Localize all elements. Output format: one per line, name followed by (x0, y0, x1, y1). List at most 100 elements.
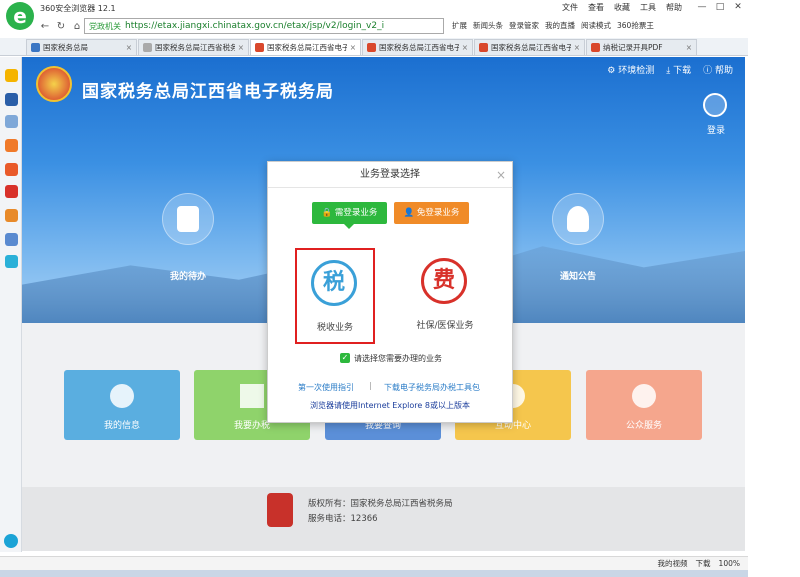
window-controls: — □ ✕ (694, 1, 746, 13)
menu-favorites[interactable]: 收藏 (614, 2, 630, 13)
document-icon (177, 206, 199, 232)
need-login-button[interactable]: 🔒 需登录业务 (312, 202, 387, 224)
close-icon[interactable]: × (496, 168, 506, 182)
top-links: ⚙ 环境检测 ⤓ 下载 ⓘ 帮助 (607, 63, 733, 76)
tax-emblem-icon (36, 66, 72, 102)
todo-circle[interactable] (162, 193, 214, 245)
page-content: 国家税务总局江西省电子税务局 ⚙ 环境检测 ⤓ 下载 ⓘ 帮助 登录 我的待办 … (22, 57, 745, 551)
extension-item[interactable]: 扩展 (452, 20, 467, 31)
extension-item[interactable]: 阅读模式 (581, 20, 611, 31)
tab-item[interactable]: 纳税记录开具PDF × (586, 39, 697, 55)
fee-icon: 费 (421, 258, 467, 304)
tab-close-icon[interactable]: × (126, 43, 132, 52)
gov-badge: 党政机关 (89, 21, 121, 31)
tab-favicon-icon (31, 43, 40, 52)
help-link[interactable]: ⓘ 帮助 (703, 63, 733, 76)
my-video-button[interactable]: 我的视频 (658, 558, 688, 569)
download-status-button[interactable]: 下载 (696, 558, 711, 569)
back-icon[interactable]: ← (38, 19, 52, 33)
home-icon[interactable]: ⌂ (70, 19, 84, 33)
sidebar-app-icon[interactable] (5, 255, 18, 268)
first-use-guide-link[interactable]: 第一次使用指引 (298, 382, 354, 393)
footer-copyright: 版权所有：国家税务总局江西省税务局 (308, 499, 453, 509)
social-business-option[interactable]: 费 社保/医保业务 (395, 250, 495, 344)
todo-label: 我的待办 (170, 272, 207, 282)
os-taskbar (0, 570, 748, 577)
tab-favicon-icon (367, 43, 376, 52)
menu-help[interactable]: 帮助 (666, 2, 682, 13)
favorites-icon[interactable] (5, 69, 18, 82)
browser-logo: e (6, 2, 34, 30)
tab-favicon-icon (255, 43, 264, 52)
card-public-service[interactable]: 公众服务 (586, 370, 702, 440)
menu-tools[interactable]: 工具 (640, 2, 656, 13)
refresh-icon[interactable]: ↻ (54, 19, 68, 33)
tab-item-active[interactable]: 国家税务总局江西省电子 × (250, 39, 361, 55)
status-bar: 我的视频 下载 100% (0, 556, 748, 570)
browser-title: 360安全浏览器 12.1 (40, 4, 116, 13)
notice-label: 通知公告 (560, 272, 597, 282)
tab-close-icon[interactable]: × (686, 43, 692, 52)
close-window-button[interactable]: ✕ (730, 1, 746, 13)
maximize-button[interactable]: □ (712, 1, 728, 13)
tab-close-icon[interactable]: × (574, 43, 580, 52)
footer-text: 版权所有：国家税务总局江西省税务局 服务电话：12366 (308, 497, 453, 527)
tab-close-icon[interactable]: × (462, 43, 468, 52)
monitor-icon (240, 384, 264, 408)
link-separator: | (369, 381, 372, 390)
business-checkbox[interactable]: ✓ (340, 353, 350, 363)
sidebar-app-icon[interactable] (5, 163, 18, 176)
tab-item[interactable]: 国家税务总局江西省电子 × (362, 39, 473, 55)
extension-item[interactable]: 我的直播 (545, 20, 575, 31)
address-bar[interactable]: 党政机关 https://etax.jiangxi.chinatax.gov.c… (84, 18, 444, 34)
extension-bar: 扩展 新闻头条 登录管家 我的直播 阅读模式 360抢票王 (452, 20, 654, 31)
browser-menu: 文件 查看 收藏 工具 帮助 (562, 2, 682, 13)
bell-icon (567, 206, 589, 232)
ie-version-link[interactable]: 浏览器请使用Internet Explore 8或以上版本 (310, 400, 470, 411)
tax-icon: 税 (311, 260, 357, 306)
tab-favicon-icon (143, 43, 152, 52)
site-footer: 版权所有：国家税务总局江西省税务局 服务电话：12366 (22, 487, 745, 551)
checkbox-label: 请选择您需要办理的业务 (354, 354, 442, 363)
tab-bar: 国家税务总局 × 国家税务总局江西省税务 × 国家税务总局江西省电子 × 国家税务总局… (0, 38, 748, 56)
social-business-label: 社保/医保业务 (416, 321, 474, 331)
footer-phone: 服务电话：12366 (308, 514, 378, 524)
notice-circle[interactable] (552, 193, 604, 245)
tab-favicon-icon (591, 43, 600, 52)
download-toolkit-link[interactable]: 下载电子税务局办税工具包 (384, 382, 480, 393)
tab-item[interactable]: 国家税务总局 × (26, 39, 137, 55)
login-link[interactable]: 登录 (707, 123, 725, 136)
extension-item[interactable]: 新闻头条 (473, 20, 503, 31)
person-icon (110, 384, 134, 408)
sidebar-app-icon[interactable] (5, 233, 18, 246)
user-icon[interactable] (703, 93, 727, 117)
extension-item[interactable]: 360抢票王 (617, 20, 654, 31)
sidebar-app-icon[interactable] (5, 185, 18, 198)
tab-close-icon[interactable]: × (350, 43, 356, 52)
zoom-level[interactable]: 100% (719, 559, 740, 568)
sidebar-app-icon[interactable] (5, 93, 18, 106)
sidebar-app-icon[interactable] (5, 139, 18, 152)
minimize-button[interactable]: — (694, 1, 710, 13)
tab-item[interactable]: 国家税务总局江西省电子 × (474, 39, 585, 55)
menu-file[interactable]: 文件 (562, 2, 578, 13)
tab-favicon-icon (479, 43, 488, 52)
sidebar-app-icon[interactable] (5, 115, 18, 128)
sidebar-app-icon[interactable] (5, 209, 18, 222)
tab-close-icon[interactable]: × (238, 43, 244, 52)
sidebar-bottom-icon[interactable] (4, 534, 18, 548)
tax-business-option[interactable]: 税 税收业务 (295, 248, 375, 344)
login-selection-modal: 业务登录选择 × 🔒 需登录业务 👤 免登录业务 税 税收业务 费 社保/医保业… (267, 161, 513, 423)
site-title: 国家税务总局江西省电子税务局 (82, 82, 334, 102)
menu-view[interactable]: 查看 (588, 2, 604, 13)
download-link[interactable]: ⤓ 下载 (666, 63, 691, 76)
no-login-button[interactable]: 👤 免登录业务 (394, 202, 469, 224)
tab-item[interactable]: 国家税务总局江西省税务 × (138, 39, 249, 55)
browser-sidebar (0, 57, 22, 552)
card-my-info[interactable]: 我的信息 (64, 370, 180, 440)
tax-business-label: 税收业务 (316, 323, 353, 333)
url-text: https://etax.jiangxi.chinatax.gov.cn/eta… (125, 21, 385, 31)
tax-logo-icon (267, 493, 293, 527)
env-check-link[interactable]: ⚙ 环境检测 (607, 63, 654, 76)
extension-item[interactable]: 登录管家 (509, 20, 539, 31)
